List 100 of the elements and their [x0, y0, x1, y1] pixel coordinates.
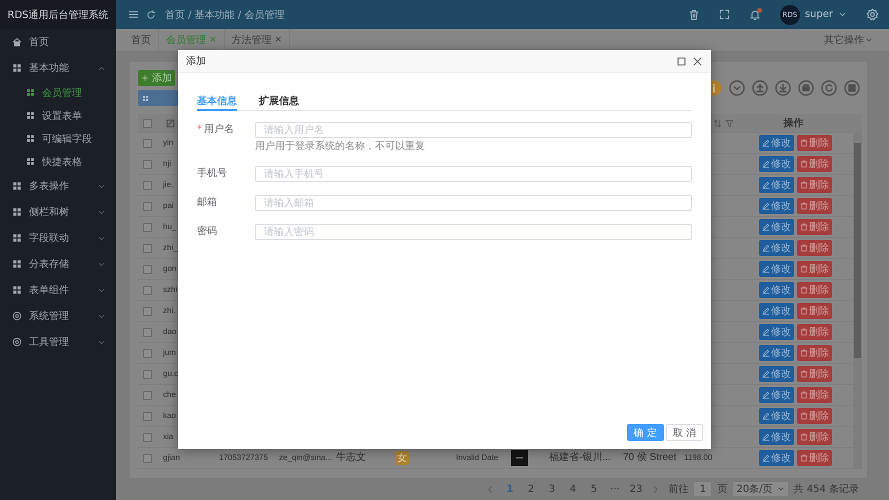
delete-button[interactable]: 删除 — [797, 408, 832, 424]
checkbox[interactable] — [143, 160, 152, 168]
print-button[interactable] — [798, 80, 814, 96]
close-button[interactable] — [692, 56, 703, 66]
edit-button[interactable]: 修改 — [759, 408, 794, 424]
checkbox[interactable] — [143, 432, 152, 442]
checkbox[interactable] — [143, 454, 152, 462]
sidebar-item[interactable]: 基本功能 — [0, 55, 116, 81]
edit-button[interactable]: 修改 — [759, 177, 794, 193]
delete-button[interactable]: 删除 — [797, 324, 832, 340]
checkbox[interactable] — [143, 222, 152, 232]
caret-icon[interactable] — [838, 10, 847, 19]
form-tab[interactable]: 基本信息 — [197, 93, 237, 111]
fullscreen-icon[interactable] — [718, 9, 730, 20]
edit-button[interactable]: 修改 — [759, 387, 794, 403]
edit-button[interactable]: 修改 — [759, 240, 794, 256]
edit-button[interactable]: 修改 — [759, 261, 794, 277]
menu-icon[interactable] — [128, 9, 139, 20]
checkbox[interactable] — [143, 180, 152, 190]
sidebar-item[interactable]: 侧栏和树 — [0, 199, 116, 225]
manage-button[interactable] — [138, 90, 178, 106]
checkbox[interactable] — [143, 412, 152, 420]
close-tab[interactable]: × — [274, 35, 282, 45]
edit-button[interactable]: 修改 — [759, 282, 794, 298]
checkbox[interactable] — [143, 138, 152, 148]
sidebar-item[interactable]: 表单组件 — [0, 277, 116, 303]
delete-button[interactable]: 删除 — [797, 261, 832, 277]
checkbox[interactable] — [143, 328, 152, 336]
page-button[interactable]: 4 — [563, 481, 582, 497]
checkbox[interactable] — [143, 370, 152, 378]
refresh-button[interactable] — [821, 80, 837, 96]
delete-button[interactable]: 删除 — [797, 240, 832, 256]
import-button[interactable] — [752, 80, 768, 96]
checkbox[interactable] — [143, 202, 152, 210]
edit-button[interactable]: 修改 — [759, 198, 794, 214]
form-tab[interactable]: 扩展信息 — [259, 93, 299, 111]
sidebar-subitem[interactable]: 设置表单 — [0, 104, 116, 127]
settings-icon[interactable] — [866, 8, 879, 21]
delete-button[interactable]: 删除 — [797, 177, 832, 193]
cancel-button[interactable]: 取 消 — [666, 424, 703, 441]
input-field[interactable]: 请输入邮箱 — [255, 195, 692, 211]
edit-button[interactable]: 修改 — [759, 450, 794, 466]
delete-button[interactable]: 删除 — [797, 219, 832, 235]
sidebar-subitem[interactable]: 快捷表格 — [0, 150, 116, 173]
sidebar-item[interactable]: 字段联动 — [0, 225, 116, 251]
page-button[interactable]: 3 — [542, 481, 562, 497]
input-field[interactable]: 请输入用户名 — [255, 122, 692, 138]
edit-button[interactable]: 修改 — [759, 366, 794, 382]
sidebar-subitem[interactable]: 会员管理 — [0, 81, 116, 104]
checkbox[interactable] — [143, 390, 152, 400]
sidebar-item[interactable]: 分表存储 — [0, 251, 116, 277]
sidebar-subitem[interactable]: 可编辑字段 — [0, 127, 116, 150]
delete-button[interactable]: 删除 — [797, 303, 832, 319]
maximize-button[interactable] — [676, 56, 687, 66]
checkbox[interactable] — [143, 244, 152, 252]
delete-button[interactable]: 删除 — [797, 387, 832, 403]
expand-button[interactable] — [729, 80, 745, 96]
edit-button[interactable]: 修改 — [759, 345, 794, 361]
edit-button[interactable]: 修改 — [759, 219, 794, 235]
checkbox[interactable] — [143, 348, 152, 358]
refresh-icon[interactable] — [146, 10, 156, 20]
page-size-select[interactable]: 20条/页 — [732, 481, 789, 497]
trash-icon[interactable] — [688, 8, 700, 20]
other-actions-menu[interactable]: 其它操作 — [818, 29, 879, 51]
delete-button[interactable]: 删除 — [797, 282, 832, 298]
delete-button[interactable]: 删除 — [797, 198, 832, 214]
page-button[interactable]: ··· — [605, 481, 624, 497]
bell-icon[interactable] — [748, 8, 761, 20]
filter-icon[interactable] — [725, 118, 734, 128]
page-button[interactable]: 23 — [626, 481, 646, 497]
checkbox[interactable] — [143, 264, 152, 274]
checkbox[interactable] — [143, 286, 152, 294]
sidebar-item[interactable]: 首页 — [0, 29, 116, 55]
user-name[interactable]: super — [804, 9, 833, 20]
page-tab[interactable]: 首页 — [124, 29, 159, 51]
export-button[interactable] — [775, 80, 791, 96]
input-field[interactable]: 请输入手机号 — [255, 166, 692, 182]
page-button[interactable]: 5 — [584, 481, 604, 497]
edit-button[interactable]: 修改 — [759, 156, 794, 172]
edit-button[interactable]: 修改 — [759, 303, 794, 319]
edit-button[interactable]: 修改 — [759, 324, 794, 340]
delete-button[interactable]: 删除 — [797, 450, 832, 466]
sort-icon[interactable] — [713, 118, 722, 128]
page-input[interactable]: 1 — [693, 481, 712, 497]
edit-button[interactable]: 修改 — [759, 135, 794, 151]
checkbox[interactable] — [143, 306, 152, 316]
delete-button[interactable]: 删除 — [797, 345, 832, 361]
delete-button[interactable]: 删除 — [797, 135, 832, 151]
page-button[interactable]: 2 — [521, 481, 540, 497]
delete-button[interactable]: 删除 — [797, 366, 832, 382]
sidebar-item[interactable]: 工具管理 — [0, 329, 116, 355]
sidebar-item[interactable]: 多表操作 — [0, 173, 116, 199]
confirm-button[interactable]: 确 定 — [626, 424, 664, 441]
edit-button[interactable]: 修改 — [759, 429, 794, 445]
input-field[interactable]: 请输入密码 — [255, 224, 692, 240]
scrollbar[interactable] — [853, 133, 862, 469]
delete-button[interactable]: 删除 — [797, 156, 832, 172]
delete-button[interactable]: 删除 — [797, 429, 832, 445]
sidebar-item[interactable]: 系统管理 — [0, 303, 116, 329]
checkbox[interactable] — [143, 118, 152, 128]
